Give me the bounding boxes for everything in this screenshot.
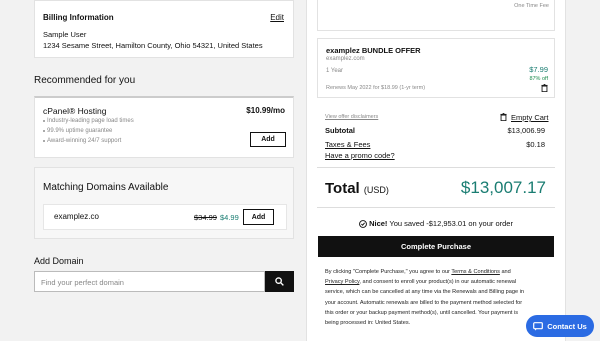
- billing-card: Billing Information Edit Sample User 123…: [34, 0, 294, 58]
- legal-line-2: , and consent to enroll your product(s) …: [359, 279, 517, 286]
- bullet-icon: [43, 120, 45, 122]
- total-currency: (USD): [363, 185, 389, 195]
- one-time-fee: One Time Fee: [514, 3, 549, 9]
- product-name: cPanel® Hosting: [43, 106, 107, 116]
- product-price: $10.99/mo: [246, 106, 285, 115]
- savings-message: Nice! You saved -$12,953.01 on your orde…: [359, 219, 513, 228]
- total-label-text: Total: [325, 180, 360, 197]
- billing-title: Billing Information: [43, 13, 114, 22]
- bundle-domain: examplez.com: [326, 56, 365, 62]
- product-feature: Award-winning 24/7 support: [47, 138, 122, 144]
- domain-search-button[interactable]: [265, 271, 294, 292]
- empty-cart-link[interactable]: Empty Cart: [511, 113, 549, 122]
- divider: [317, 167, 555, 168]
- bundle-discount: 87% off: [529, 76, 548, 82]
- total-label: Total (USD): [325, 180, 389, 197]
- terms-link[interactable]: Terms & Conditions: [451, 269, 500, 275]
- contact-us-label: Contact Us: [547, 321, 587, 331]
- billing-address: 1234 Sesame Street, Hamilton County, Ohi…: [43, 41, 263, 50]
- bullet-icon: [43, 130, 45, 132]
- cart-item-bundle: examplez BUNDLE OFFER examplez.com 1 Yea…: [317, 38, 555, 98]
- domain-row: examplez.co $34.99 $4.99 Add: [43, 204, 287, 230]
- order-summary-panel: One Time Fee examplez BUNDLE OFFER examp…: [306, 0, 566, 341]
- legal-line-1: By clicking "Complete Purchase," you agr…: [325, 269, 450, 275]
- recommended-heading: Recommended for you: [34, 75, 136, 86]
- product-feature: 99.9% uptime guarantee: [47, 128, 113, 134]
- add-hosting-button[interactable]: Add: [250, 132, 286, 147]
- complete-purchase-button[interactable]: Complete Purchase: [318, 236, 554, 257]
- product-feature: Industry-leading page load times: [47, 118, 134, 124]
- recommended-card: cPanel® Hosting $10.99/mo Industry-leadi…: [34, 96, 294, 158]
- billing-edit-link[interactable]: Edit: [270, 13, 284, 22]
- chat-icon: [533, 321, 544, 331]
- trash-icon[interactable]: [541, 84, 548, 92]
- bundle-title: examplez BUNDLE OFFER: [326, 46, 421, 55]
- taxes-value: $0.18: [526, 140, 545, 149]
- view-disclaimers-link[interactable]: View offer disclaimers: [325, 114, 378, 120]
- add-domain-button[interactable]: Add: [243, 209, 274, 225]
- domain-new-price: $4.99: [220, 213, 239, 222]
- taxes-fees-link[interactable]: Taxes & Fees: [325, 140, 370, 149]
- trash-icon[interactable]: [500, 113, 507, 121]
- add-domain-heading: Add Domain: [34, 256, 84, 266]
- domain-search-input[interactable]: Find your perfect domain: [34, 271, 265, 292]
- privacy-link[interactable]: Privacy Policy: [325, 279, 359, 285]
- legal-text: By clicking "Complete Purchase," you agr…: [325, 267, 557, 328]
- cart-item-top: One Time Fee: [317, 0, 555, 31]
- savings-badge-icon: [359, 220, 367, 228]
- contact-us-button[interactable]: Contact Us: [526, 315, 594, 337]
- legal-line-4: your account. Automatic renewals are bil…: [325, 299, 523, 306]
- domain-search-placeholder: Find your perfect domain: [41, 278, 124, 287]
- legal-line-3: service, which can be cancelled at any t…: [325, 289, 525, 296]
- subtotal-label: Subtotal: [325, 126, 355, 135]
- bundle-term: 1 Year: [326, 68, 344, 74]
- bullet-icon: [43, 140, 45, 142]
- total-value: $13,007.17: [460, 178, 546, 197]
- savings-text: You saved -$12,953.01 on your order: [389, 219, 513, 228]
- legal-line-5: this order or your backup payment method…: [325, 309, 519, 316]
- complete-purchase-label: Complete Purchase: [400, 242, 472, 251]
- matching-domains-card: Matching Domains Available examplez.co $…: [34, 167, 294, 239]
- legal-line-6: being processed in: United States.: [325, 320, 411, 327]
- search-icon: [275, 277, 284, 286]
- bundle-renewal: Renews May 2022 for $18.99 (1-yr term): [326, 85, 426, 91]
- subtotal-value: $13,006.99: [507, 126, 545, 135]
- domain-name: examplez.co: [54, 212, 99, 221]
- divider: [317, 207, 555, 208]
- savings-bold: Nice!: [369, 219, 388, 228]
- legal-and: and: [501, 269, 511, 275]
- billing-name: Sample User: [43, 30, 87, 39]
- domains-heading: Matching Domains Available: [43, 182, 169, 193]
- promo-code-link[interactable]: Have a promo code?: [325, 151, 395, 160]
- bundle-price: $7.99: [529, 65, 548, 74]
- domain-old-price: $34.99: [194, 213, 217, 222]
